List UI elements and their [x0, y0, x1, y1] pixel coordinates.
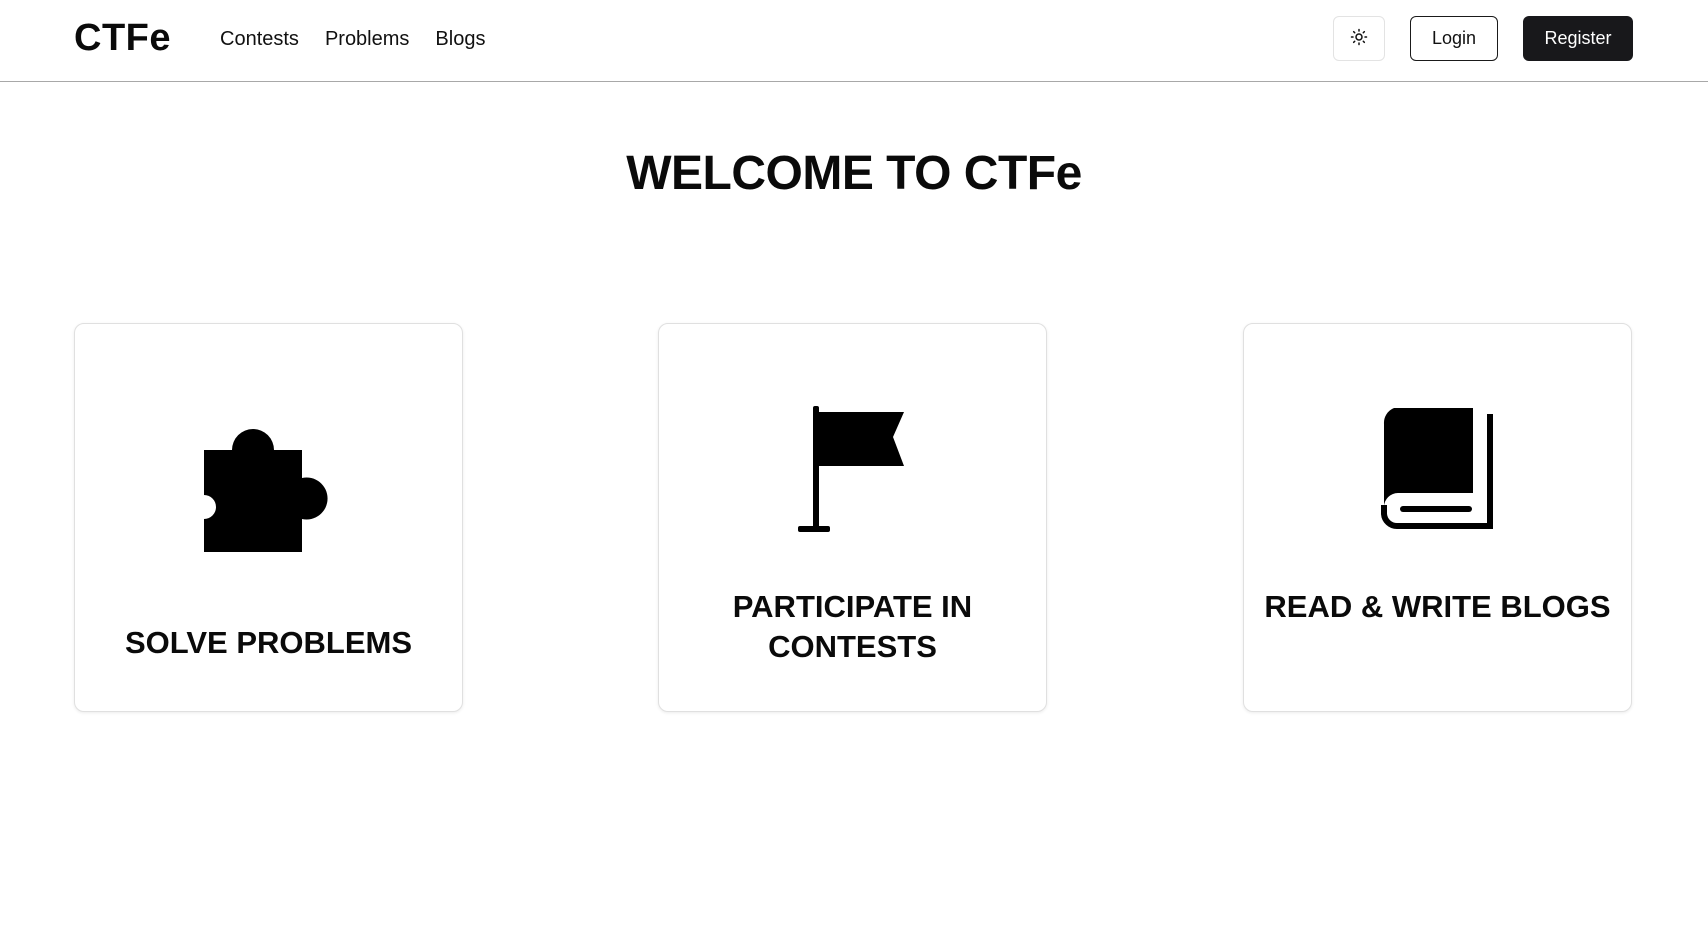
sun-icon [1350, 28, 1368, 49]
theme-toggle-button[interactable] [1333, 16, 1385, 61]
flag-icon [659, 406, 1046, 536]
book-icon [1244, 408, 1631, 532]
card-solve-problems[interactable]: SOLVE PROBLEMS [74, 323, 463, 712]
nav-link-blogs[interactable]: Blogs [435, 26, 485, 52]
card-participate-contests[interactable]: PARTICIPATE IN CONTESTS [658, 323, 1047, 712]
top-navbar: CTFe Contests Problems Blogs Login Regis… [0, 0, 1708, 82]
login-button[interactable]: Login [1410, 16, 1498, 61]
brand-logo[interactable]: CTFe [74, 14, 171, 62]
card-title: PARTICIPATE IN CONTESTS [732, 589, 973, 664]
nav-link-contests[interactable]: Contests [220, 26, 299, 52]
nav-link-problems[interactable]: Problems [325, 26, 409, 52]
card-title: READ & WRITE BLOGS [1264, 589, 1611, 624]
main-nav: Contests Problems Blogs [220, 26, 485, 52]
card-read-write-blogs[interactable]: READ & WRITE BLOGS [1243, 323, 1632, 712]
register-button[interactable]: Register [1523, 16, 1633, 61]
card-title: SOLVE PROBLEMS [124, 625, 413, 660]
page-title: WELCOME TO CTFe [626, 147, 1082, 200]
puzzle-piece-icon [75, 426, 462, 556]
